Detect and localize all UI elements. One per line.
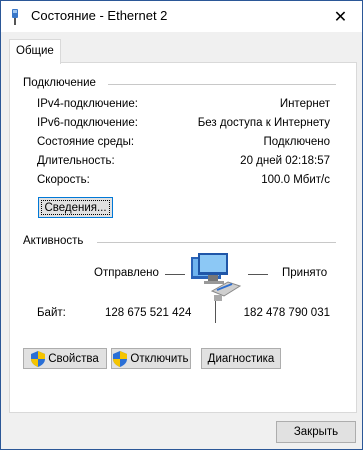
received-label: Принято — [282, 267, 328, 279]
disable-button-label: Отключить — [130, 352, 189, 365]
activity-group-label: Активность — [23, 235, 84, 247]
duration-value: 20 дней 02:18:57 — [240, 155, 330, 167]
ipv4-label: IPv4-подключение: — [37, 98, 138, 110]
properties-button-label: Свойства — [48, 352, 99, 365]
ipv4-value: Интернет — [279, 98, 330, 110]
status-dialog: Состояние - Ethernet 2 ✕ Общие Подключен… — [0, 0, 363, 450]
uac-shield-icon — [113, 350, 128, 367]
sent-label: Отправлено — [94, 267, 159, 279]
ipv6-value: Без доступа к Интернету — [197, 117, 330, 129]
close-button[interactable]: Закрыть — [276, 421, 356, 443]
sent-line — [165, 274, 185, 275]
group-divider — [108, 84, 336, 85]
properties-button[interactable]: Свойства — [23, 348, 107, 369]
disable-button[interactable]: Отключить — [111, 348, 191, 369]
media-state-value: Подключено — [263, 136, 331, 148]
diagnose-button-label: Диагностика — [207, 352, 275, 365]
close-window-button[interactable]: ✕ — [319, 1, 362, 32]
details-button-label: Сведения... — [44, 201, 107, 214]
speed-label: Скорость: — [37, 174, 90, 186]
bytes-label: Байт: — [37, 307, 66, 319]
diagnose-button[interactable]: Диагностика — [201, 348, 281, 369]
network-connection-icon — [12, 9, 18, 25]
bytes-received-value: 182 478 790 031 — [243, 307, 330, 319]
group-divider — [97, 242, 336, 243]
uac-shield-icon — [31, 350, 46, 367]
bytes-divider — [215, 301, 216, 323]
duration-label: Длительность: — [37, 155, 115, 167]
tab-label: Общие — [16, 45, 54, 57]
bytes-sent-value: 128 675 521 424 — [105, 307, 192, 319]
tab-general[interactable]: Общие — [9, 39, 61, 64]
connection-group-label: Подключение — [23, 77, 96, 89]
received-line — [248, 274, 268, 275]
title-bar[interactable]: Состояние - Ethernet 2 ✕ — [1, 1, 362, 32]
tab-panel: Подключение IPv4-подключение: Интернет I… — [9, 62, 357, 413]
window-title: Состояние - Ethernet 2 — [31, 8, 168, 23]
network-activity-icon — [191, 253, 242, 301]
media-state-label: Состояние среды: — [37, 136, 135, 148]
ipv6-label: IPv6-подключение: — [37, 117, 138, 129]
speed-value: 100.0 Мбит/с — [261, 174, 330, 186]
details-button[interactable]: Сведения... — [38, 197, 113, 218]
close-button-label: Закрыть — [293, 426, 339, 438]
